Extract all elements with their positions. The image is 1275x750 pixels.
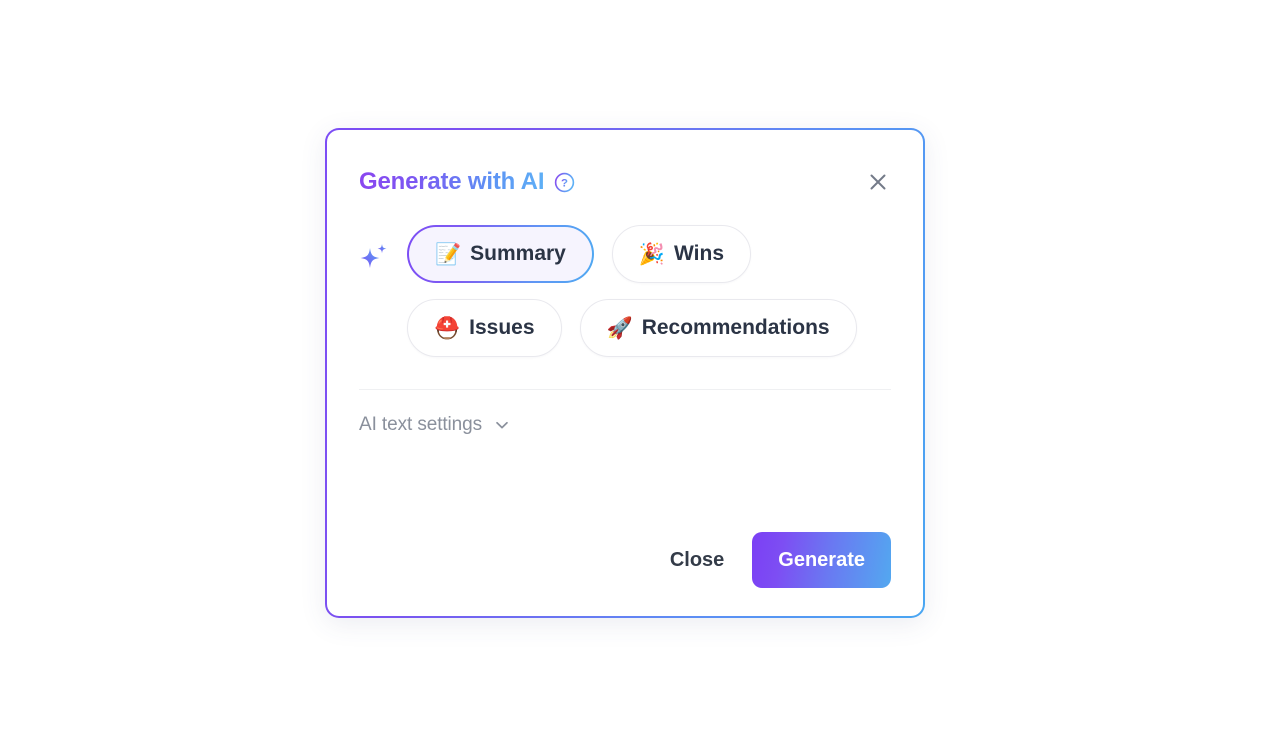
chevron-down-icon — [493, 416, 511, 434]
chip-wins-label: Wins — [674, 242, 725, 265]
close-button[interactable] — [861, 165, 895, 199]
prompt-type-section: 📝 Summary 🎉 Wins ⛑️ Issues 🚀 Recommendat… — [359, 224, 891, 357]
dialog-header: Generate with AI ? — [359, 166, 891, 198]
prompt-type-chip-list: 📝 Summary 🎉 Wins ⛑️ Issues 🚀 Recommendat… — [407, 224, 891, 357]
question-circle-icon[interactable]: ? — [554, 172, 575, 193]
dialog-title: Generate with AI — [359, 168, 545, 195]
rocket-emoji: 🚀 — [606, 315, 633, 340]
svg-text:?: ? — [561, 177, 568, 189]
chip-summary[interactable]: 📝 Summary — [407, 225, 594, 283]
sparkle-icon — [359, 242, 389, 272]
dialog-title-group: Generate with AI ? — [359, 168, 575, 196]
generate-button[interactable]: Generate — [752, 532, 891, 588]
party-popper-emoji: 🎉 — [638, 241, 666, 266]
generate-with-ai-dialog: Generate with AI ? 📝 Summary 🎉 Wins ⛑️ I… — [325, 128, 925, 618]
close-text-button[interactable]: Close — [664, 539, 730, 582]
chip-issues-label: Issues — [469, 316, 535, 339]
chip-recommendations-label: Recommendations — [641, 316, 830, 339]
chip-summary-label: Summary — [470, 242, 566, 265]
ai-text-settings-toggle[interactable]: AI text settings — [359, 414, 511, 436]
memo-emoji: 📝 — [435, 241, 462, 266]
chip-wins[interactable]: 🎉 Wins — [611, 225, 752, 283]
rescue-helmet-emoji: ⛑️ — [434, 315, 461, 340]
section-divider — [359, 389, 891, 390]
dialog-footer: Close Generate — [664, 532, 891, 588]
chip-issues[interactable]: ⛑️ Issues — [407, 299, 562, 357]
ai-text-settings-label: AI text settings — [359, 414, 483, 435]
chip-recommendations[interactable]: 🚀 Recommendations — [579, 299, 857, 357]
close-icon — [866, 170, 890, 194]
